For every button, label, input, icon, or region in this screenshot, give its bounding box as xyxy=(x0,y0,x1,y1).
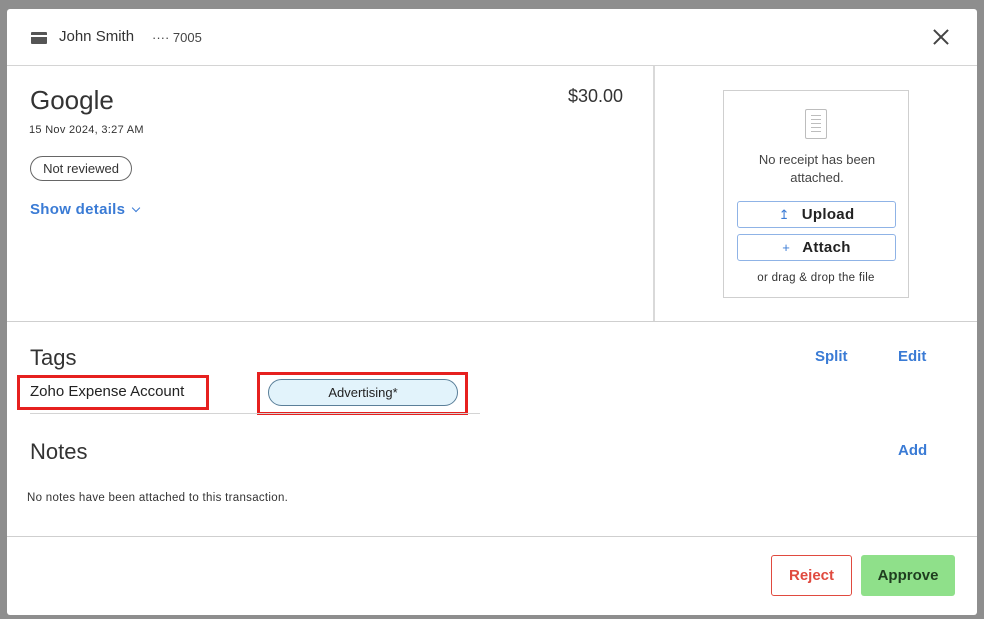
tag-value-pill[interactable]: Advertising* xyxy=(268,379,458,406)
card-last-digits: ···· 7005 xyxy=(152,30,202,45)
show-details-label: Show details xyxy=(30,201,126,218)
tag-row-divider xyxy=(30,413,480,414)
reject-button[interactable]: Reject xyxy=(771,555,852,596)
transaction-amount: $30.00 xyxy=(568,86,624,106)
upload-icon: ↥ xyxy=(778,206,790,222)
status-badge: Not reviewed xyxy=(30,156,132,181)
credit-card-icon xyxy=(31,32,47,44)
cardholder-name: John Smith xyxy=(59,28,135,45)
transaction-datetime: 15 Nov 2024, 3:27 AM xyxy=(29,124,144,136)
close-icon[interactable] xyxy=(929,25,953,49)
merchant-name: Google xyxy=(30,85,114,115)
notes-empty-message: No notes have been attached to this tran… xyxy=(27,492,289,504)
edit-tags-button[interactable]: Edit xyxy=(898,348,926,365)
vertical-divider xyxy=(653,66,655,322)
no-receipt-message: No receipt has been attached. xyxy=(758,152,876,185)
attach-button[interactable]: + Attach xyxy=(737,234,896,261)
chevron-down-icon xyxy=(132,203,141,213)
receipt-icon xyxy=(805,109,827,139)
show-details-link[interactable]: Show details xyxy=(30,201,141,218)
split-button[interactable]: Split xyxy=(815,348,848,365)
upload-button[interactable]: ↥ Upload xyxy=(737,201,896,228)
notes-heading: Notes xyxy=(30,439,88,464)
tag-name: Zoho Expense Account xyxy=(30,383,185,400)
approve-button[interactable]: Approve xyxy=(861,555,955,596)
footer-divider xyxy=(7,536,977,537)
tags-heading: Tags xyxy=(30,345,77,370)
plus-icon: + xyxy=(782,240,791,255)
upload-label: Upload xyxy=(801,206,855,223)
drag-drop-hint: or drag & drop the file xyxy=(757,272,875,284)
receipt-dropzone[interactable]: No receipt has been attached. ↥ Upload +… xyxy=(723,90,909,298)
attach-label: Attach xyxy=(802,239,851,256)
modal-header: John Smith ···· 7005 xyxy=(7,9,977,66)
section-divider xyxy=(7,321,977,322)
add-note-button[interactable]: Add xyxy=(898,442,927,459)
transaction-modal: John Smith ···· 7005 Google $30.00 15 No… xyxy=(7,9,977,615)
